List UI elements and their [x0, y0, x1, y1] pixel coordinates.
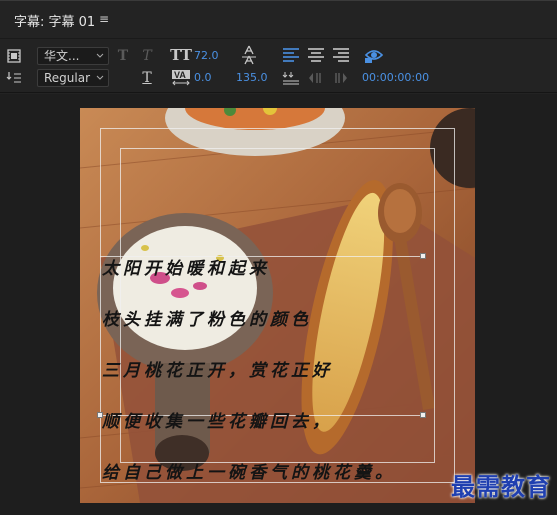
title-viewer: 太阳开始暖和起来 枝头挂满了粉色的颜色 三月桃花正开，赏花正好 顺便收集一些花瓣… [0, 94, 557, 515]
bold-T-icon[interactable]: T [116, 48, 130, 64]
chevron-down-icon [96, 53, 104, 58]
panel-tab-bar: 字幕: 字幕 01 ≡ [0, 1, 557, 39]
subtitle-line[interactable]: 三月桃花正开，赏花正好 [102, 356, 333, 381]
video-frame[interactable]: 太阳开始暖和起来 枝头挂满了粉色的颜色 三月桃花正开，赏花正好 顺便收集一些花瓣… [80, 108, 475, 503]
font-size-icon: TT [170, 46, 192, 64]
title-toolbar: 华文... Regular T T T TT 72.0 VA 0.0 135.0 [0, 40, 557, 93]
svg-text:VA: VA [174, 70, 186, 80]
tracking-value[interactable]: 0.0 [194, 71, 212, 84]
font-style-value: Regular [44, 71, 91, 85]
subtitle-line[interactable]: 顺便收集一些花瓣回去， [102, 407, 333, 432]
resize-handle[interactable] [420, 253, 426, 259]
panel-menu-icon[interactable]: ≡ [99, 12, 109, 26]
leading-value[interactable]: 135.0 [236, 71, 268, 84]
subtitle-line[interactable]: 太阳开始暖和起来 [102, 254, 270, 279]
font-family-value: 华文... [44, 49, 80, 63]
title-editor-panel: 字幕: 字幕 01 ≡ 华文... Regular T T T TT 72.0 [0, 0, 557, 515]
tab-left-icon[interactable] [307, 70, 325, 86]
film-icon[interactable] [6, 48, 22, 64]
font-style-select[interactable]: Regular [37, 69, 109, 87]
underline-T-icon[interactable]: T [140, 69, 154, 87]
italic-T-icon[interactable]: T [140, 48, 154, 64]
eye-icon[interactable] [364, 46, 384, 64]
tab-right-icon[interactable] [332, 70, 350, 86]
subtitle-line[interactable]: 给自己做上一碗香气的桃花羹。 [102, 458, 396, 483]
resize-handle[interactable] [420, 412, 426, 418]
subtitle-line[interactable]: 枝头挂满了粉色的颜色 [102, 305, 312, 330]
align-left-icon[interactable] [282, 47, 300, 63]
chevron-down-icon [96, 75, 104, 80]
tab-stops-icon[interactable] [6, 70, 22, 86]
kerning-icon: VA [171, 69, 191, 87]
font-family-select[interactable]: 华文... [37, 47, 109, 65]
align-right-icon[interactable] [332, 47, 350, 63]
watermark-logo: 最需教育 [451, 473, 551, 501]
leading-icon [240, 45, 258, 65]
timecode-value[interactable]: 00:00:00:00 [362, 71, 429, 84]
align-center-icon[interactable] [307, 47, 325, 63]
font-size-value[interactable]: 72.0 [194, 49, 219, 62]
panel-tab-title[interactable]: 字幕: 字幕 01 [14, 11, 95, 30]
tab-align-icon[interactable] [282, 70, 300, 86]
